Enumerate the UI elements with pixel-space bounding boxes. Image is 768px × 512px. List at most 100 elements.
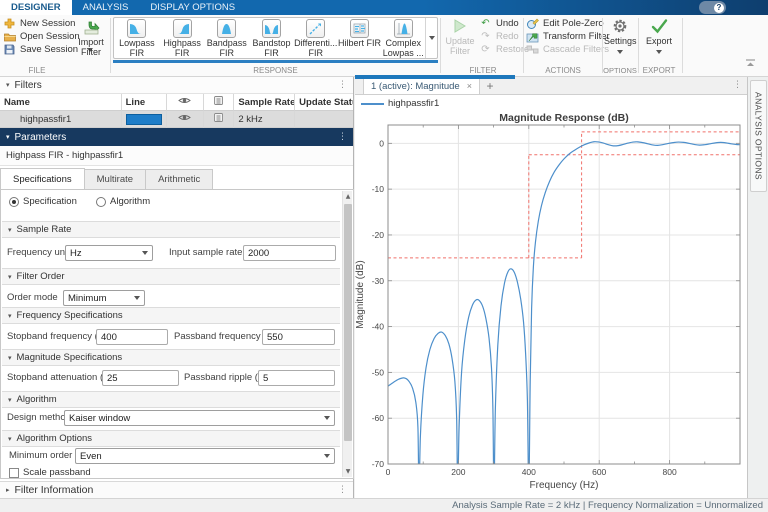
scrollbar-thumb[interactable] <box>344 204 352 441</box>
tab-analysis[interactable]: ANALYSIS <box>72 0 140 15</box>
design-method-dropdown[interactable]: Kaiser window <box>64 410 335 426</box>
line-color-swatch[interactable] <box>125 113 162 125</box>
status-bar: Analysis Sample Rate = 2 kHz | Frequency… <box>0 498 768 512</box>
input-sample-rate-field[interactable] <box>243 245 336 261</box>
divider <box>638 18 639 73</box>
differentiator-fir-button[interactable]: Differenti... FIR <box>294 18 338 58</box>
tab-designer-label: DESIGNER <box>11 2 61 13</box>
update-filter-label-1: Update <box>445 36 475 46</box>
response-gallery-expand-button[interactable] <box>425 18 437 58</box>
filter-line-cell[interactable] <box>121 111 167 128</box>
filter-row-highpassfir1[interactable]: highpassfir1 2 kHz <box>0 111 353 128</box>
highpass-fir-button[interactable]: Highpass FIR <box>160 18 205 58</box>
magnitude-specifications-title: Magnitude Specifications <box>16 352 123 363</box>
parameters-title: Parameters <box>14 131 67 143</box>
minimum-order-label: Minimum order <box>9 450 73 461</box>
algorithm-section-header[interactable]: ▾ Algorithm <box>2 391 340 408</box>
stopband-frequency-field[interactable] <box>96 329 168 345</box>
tab-arithmetic[interactable]: Arithmetic <box>145 169 214 189</box>
filter-information-section-header[interactable]: ▸ Filter Information ⋮ <box>0 481 353 498</box>
new-plus-icon <box>3 17 16 30</box>
settings-dropdown-caret <box>617 50 623 54</box>
svg-text:Frequency (Hz): Frequency (Hz) <box>530 480 599 491</box>
response-gallery-accent <box>113 60 438 63</box>
parameters-scrollbar[interactable]: ▲ ▼ <box>342 191 352 477</box>
transform-filter-button[interactable]: Transform Filter <box>526 30 610 43</box>
scale-passband-checkbox[interactable]: Scale passband <box>9 467 91 478</box>
cascade-filters-button[interactable]: Cascade Filters <box>526 43 610 56</box>
filters-table-header: Name Line Sample Rate Update Status <box>0 94 353 111</box>
filter-information-menu-icon[interactable]: ⋮ <box>338 485 347 495</box>
passband-frequency-field[interactable] <box>262 329 335 345</box>
bandstop-fir-button[interactable]: Bandstop FIR <box>249 18 294 58</box>
export-group-label: EXPORT <box>642 66 676 75</box>
new-analysis-tab-button[interactable]: + <box>480 77 500 94</box>
hilbert-fir-button[interactable]: Hilbert FIR <box>338 18 382 58</box>
response-group-label: RESPONSE <box>253 66 298 75</box>
options-group-label: OPTIONS <box>603 66 637 75</box>
redo-button[interactable]: ↷ Redo <box>479 30 529 43</box>
col-header-visibility <box>166 94 205 111</box>
frequency-specifications-section-header[interactable]: ▾ Frequency Specifications <box>2 307 340 324</box>
gear-icon <box>612 19 628 36</box>
radio-button-icon <box>96 196 106 207</box>
hilbert-icon <box>349 19 369 38</box>
divider <box>523 18 524 73</box>
radio-algorithm[interactable]: Algorithm <box>96 196 150 207</box>
update-filter-button[interactable]: Update Filter <box>443 18 477 56</box>
svg-text:-40: -40 <box>372 322 385 332</box>
status-bar-text: Analysis Sample Rate = 2 kHz | Frequency… <box>452 500 763 511</box>
collapse-ribbon-button[interactable] <box>745 59 756 70</box>
magnitude-response-chart[interactable]: 0 200 400 600 800 -70 -60 -50 -40 -30 -20 -10 0 Magni… <box>355 112 747 498</box>
document-menu-icon[interactable]: ⋮ <box>733 80 742 90</box>
stopband-attenuation-field[interactable] <box>102 370 179 386</box>
import-filter-button[interactable]: Import Filter <box>74 18 108 57</box>
magnitude-specifications-section-header[interactable]: ▾ Magnitude Specifications <box>2 349 340 366</box>
scale-passband-label: Scale passband <box>23 467 91 478</box>
plus-icon: + <box>486 78 494 93</box>
export-button[interactable]: Export <box>640 18 678 56</box>
parameters-subtitle-text: Highpass FIR - highpassfir1 <box>6 150 124 161</box>
radio-specification[interactable]: Specification <box>9 196 77 207</box>
settings-button[interactable]: Settings <box>604 18 637 56</box>
visibility-toggle[interactable] <box>166 111 205 128</box>
analysis-options-tab[interactable]: ANALYSIS OPTIONS <box>750 80 767 192</box>
minimum-order-dropdown[interactable]: Even <box>75 448 335 464</box>
undo-button[interactable]: ↶ Undo <box>479 17 529 30</box>
scroll-down-arrow[interactable]: ▼ <box>343 466 353 477</box>
close-icon[interactable]: × <box>467 81 472 91</box>
scroll-up-arrow[interactable]: ▲ <box>343 191 353 202</box>
tab-specifications[interactable]: Specifications <box>0 168 85 189</box>
filters-menu-icon[interactable]: ⋮ <box>338 80 347 90</box>
response-gallery: Lowpass FIR Highpass FIR Bandpass FIR Ba… <box>113 17 438 59</box>
bandpass-fir-button[interactable]: Bandpass FIR <box>204 18 249 58</box>
tab-display-options[interactable]: DISPLAY OPTIONS <box>139 0 246 15</box>
filters-section-header[interactable]: ▾ Filters ⋮ <box>0 77 353 94</box>
save-session-label: Save Session <box>20 44 79 55</box>
magnitude-document-tab[interactable]: 1 (active): Magnitude × <box>363 77 480 94</box>
complex-lowpass-label-2: Lowpas ... <box>382 47 424 58</box>
parameters-subtitle: Highpass FIR - highpassfir1 <box>0 146 353 166</box>
algorithm-options-section-header[interactable]: ▾ Algorithm Options <box>2 430 340 447</box>
tab-designer[interactable]: DESIGNER <box>0 0 72 15</box>
lowpass-fir-button[interactable]: Lowpass FIR <box>114 18 160 58</box>
parameters-section-header[interactable]: ▾ Parameters ⋮ <box>0 128 353 146</box>
sample-rate-section-header[interactable]: ▾ Sample Rate <box>2 221 340 238</box>
cascade-filters-label: Cascade Filters <box>543 44 609 55</box>
order-mode-dropdown[interactable]: Minimum <box>63 290 145 306</box>
frequency-units-dropdown[interactable]: Hz <box>65 245 153 261</box>
pole-zero-icon <box>526 17 539 30</box>
tab-multirate[interactable]: Multirate <box>83 169 147 189</box>
help-button[interactable]: ? <box>699 1 726 14</box>
analysis-options-strip: ANALYSIS OPTIONS <box>747 77 768 498</box>
legend-toggle[interactable] <box>204 111 235 128</box>
import-filter-label-2: Filter <box>81 47 101 57</box>
col-header-sample-rate: Sample Rate <box>234 94 296 111</box>
parameters-menu-icon[interactable]: ⋮ <box>338 132 347 142</box>
filter-order-section-header[interactable]: ▾ Filter Order <box>2 268 340 285</box>
actions-group-stack: Edit Pole-Zero Transform Filter Cascade … <box>526 17 610 56</box>
restore-button[interactable]: ⟳ Restore <box>479 43 529 56</box>
passband-ripple-field[interactable] <box>258 370 335 386</box>
complex-lowpass-fir-button[interactable]: Complex Lowpas ... <box>381 18 425 58</box>
edit-pole-zero-button[interactable]: Edit Pole-Zero <box>526 17 610 30</box>
